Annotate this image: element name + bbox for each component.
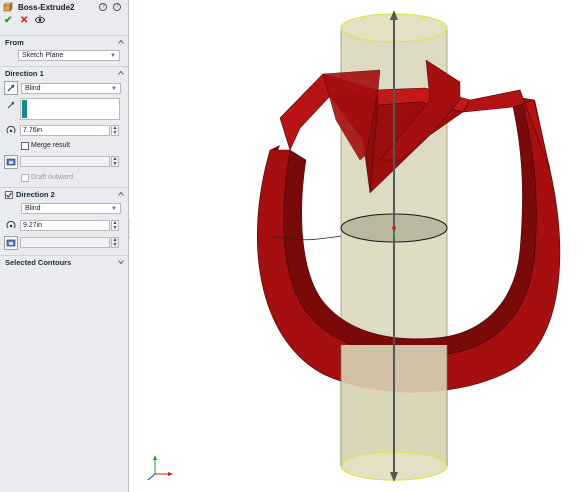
reverse-direction1-button[interactable]	[4, 81, 18, 95]
direction1-end-condition-value: Blind	[25, 85, 41, 92]
direction2-draft-angle-spinner[interactable]: ▲ ▼	[111, 237, 119, 248]
direction2-end-condition-select[interactable]: Blind ▼	[21, 203, 121, 214]
direction2-title-label: Direction 2	[16, 190, 55, 199]
reverse-direction-icon	[7, 84, 15, 92]
coordinate-triad-icon	[147, 455, 173, 481]
merge-result-checkbox[interactable]	[21, 142, 29, 150]
help-icon[interactable]: ?	[99, 3, 107, 11]
from-section-title[interactable]: From	[0, 36, 129, 50]
chevron-down-icon: ▼	[111, 206, 117, 212]
selected-contours-title-label: Selected Contours	[5, 258, 72, 267]
draft-icon	[6, 158, 16, 166]
merge-result-label: Merge result	[31, 142, 70, 149]
draft-outward-checkbox[interactable]	[21, 174, 29, 182]
direction2-section: Direction 2 Blind ▼ 9.27in ▲ ▼ ▲ ▼	[0, 187, 129, 255]
from-section: From Sketch Plane ▼	[0, 35, 129, 66]
chevron-down-icon[interactable]	[118, 259, 124, 265]
direction1-depth-spinner[interactable]: ▲ ▼	[111, 125, 119, 136]
direction1-section-title[interactable]: Direction 1	[0, 67, 129, 81]
property-manager-panel: Boss-Extrude2 ? ? ✔ ✕ From Sketch Plane …	[0, 0, 129, 492]
direction2-enable-checkbox[interactable]	[5, 191, 13, 199]
graphics-viewport[interactable]	[130, 0, 584, 492]
from-select[interactable]: Sketch Plane ▼	[18, 50, 120, 61]
panel-header: Boss-Extrude2 ? ? ✔ ✕	[0, 0, 128, 28]
from-select-value: Sketch Plane	[22, 52, 64, 59]
checkmark-icon	[6, 192, 12, 198]
origin-point-icon	[392, 226, 396, 230]
draft-toggle-button[interactable]	[4, 155, 18, 169]
direction1-vector-selection-box[interactable]	[20, 98, 120, 120]
draft-angle-input[interactable]	[20, 156, 110, 167]
chevron-up-icon[interactable]	[118, 39, 124, 45]
selected-contours-section: Selected Contours	[0, 255, 129, 271]
direction2-section-title[interactable]: Direction 2	[0, 188, 129, 202]
chevron-up-icon[interactable]	[118, 70, 124, 76]
direction-vector-icon	[7, 101, 15, 109]
direction1-depth-input[interactable]: 7.76in	[20, 125, 110, 136]
direction1-section: Direction 1 Blind ▼ 7.76in ▲ ▼ Merge resu…	[0, 66, 129, 186]
draft-angle-spinner[interactable]: ▲ ▼	[111, 156, 119, 167]
direction1-title-label: Direction 1	[5, 69, 44, 78]
direction1-depth-value: 7.76in	[23, 127, 43, 134]
direction1-end-condition-select[interactable]: Blind ▼	[21, 83, 121, 94]
direction2-depth-input[interactable]: 9.27in	[20, 220, 110, 231]
from-title-label: From	[5, 38, 24, 47]
selection-highlight	[22, 100, 27, 118]
feature-title: Boss-Extrude2	[18, 3, 75, 12]
draft-icon	[6, 239, 16, 247]
model-view	[147, 10, 561, 482]
direction2-depth-value: 9.27in	[23, 222, 43, 229]
direction2-depth-spinner[interactable]: ▲ ▼	[111, 220, 119, 231]
ok-icon[interactable]: ✔	[4, 15, 12, 26]
direction2-draft-toggle-button[interactable]	[4, 236, 18, 250]
direction2-draft-angle-input[interactable]	[20, 237, 110, 248]
detailed-preview-icon[interactable]	[35, 15, 45, 24]
draft-outward-label: Draft outward	[31, 174, 74, 181]
chevron-down-icon: ▼	[110, 53, 116, 59]
cancel-icon[interactable]: ✕	[20, 15, 28, 26]
boss-extrude-icon	[3, 2, 13, 12]
chevron-up-icon[interactable]	[118, 191, 124, 197]
depth-dimension-icon	[6, 126, 16, 134]
chevron-down-icon: ▼	[111, 86, 117, 92]
direction2-end-condition-value: Blind	[25, 205, 41, 212]
depth-dimension-icon	[6, 221, 16, 229]
selected-contours-section-title[interactable]: Selected Contours	[0, 256, 129, 270]
tooltip-help-icon[interactable]: ?	[113, 3, 121, 11]
